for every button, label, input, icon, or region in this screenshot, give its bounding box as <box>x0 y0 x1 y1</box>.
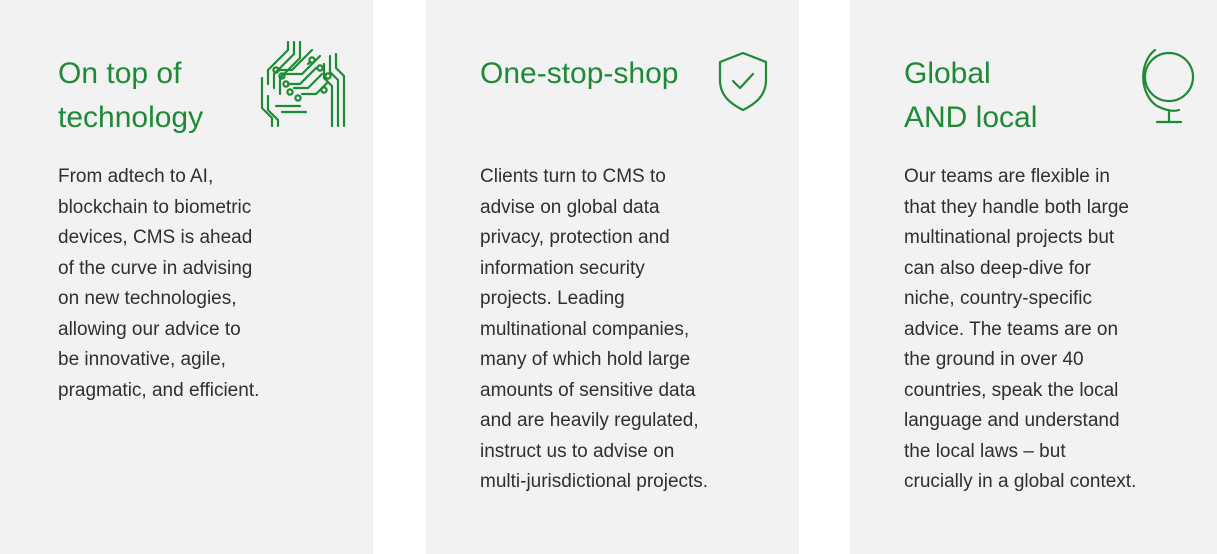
body-line: can also deep-dive for <box>904 257 1091 279</box>
card-description: From adtech to AI, blockchain to biometr… <box>58 162 259 406</box>
body-line: information security <box>480 257 645 279</box>
card-title-line: Global <box>904 57 991 90</box>
body-line: many of which hold large <box>480 349 691 370</box>
body-line: pragmatic, and efficient. <box>58 379 260 401</box>
feature-card-global-local: Global AND local Our teams are flexible … <box>850 0 1217 554</box>
body-line: be innovative, agile, <box>58 349 226 370</box>
card-title-line: On top of <box>58 57 182 90</box>
globe-icon <box>1137 42 1197 126</box>
card-title-line: AND local <box>904 101 1038 134</box>
body-line: Our teams are flexible in <box>904 166 1110 187</box>
feature-card-one-stop-shop: One-stop-shop Clients turn to CMS to adv… <box>426 0 799 554</box>
body-line: blockchain to biometric <box>58 196 252 218</box>
card-title: Global AND local <box>904 52 1037 140</box>
card-description: Our teams are flexible in that they hand… <box>904 162 1136 498</box>
feature-card-technology: On top of technology From adtech to AI, … <box>0 0 373 554</box>
body-line: From adtech to AI, <box>58 166 214 187</box>
card-title-line: technology <box>58 101 204 134</box>
body-line: devices, CMS is ahead <box>58 227 253 248</box>
body-line: advice. The teams are on <box>904 318 1119 340</box>
body-line: crucially in a global context. <box>904 471 1137 492</box>
body-line: multinational companies, <box>480 318 690 340</box>
body-line: multi-jurisdictional projects. <box>480 471 709 492</box>
circuit-board-icon <box>258 38 350 130</box>
body-line: that they handle both large <box>904 196 1130 218</box>
body-line: the ground in over 40 <box>904 349 1084 370</box>
body-line: countries, speak the local <box>904 379 1119 401</box>
shield-check-icon <box>716 50 770 112</box>
body-line: instruct us to advise on <box>480 440 675 462</box>
body-line: language and understand <box>904 410 1120 431</box>
card-title: One-stop-shop <box>480 52 678 96</box>
body-line: projects. Leading <box>480 288 625 309</box>
body-line: on new technologies, <box>58 288 237 309</box>
body-line: multinational projects but <box>904 227 1115 248</box>
body-line: allowing our advice to <box>58 318 241 340</box>
body-line: of the curve in advising <box>58 257 253 279</box>
body-line: the local laws – but <box>904 440 1066 462</box>
card-title: On top of technology <box>58 52 203 140</box>
body-line: and are heavily regulated, <box>480 410 699 431</box>
body-line: privacy, protection and <box>480 227 670 248</box>
body-line: advise on global data <box>480 196 660 218</box>
body-line: niche, country-specific <box>904 288 1092 309</box>
body-line: amounts of sensitive data <box>480 379 696 401</box>
body-line: Clients turn to CMS to <box>480 166 666 187</box>
card-description: Clients turn to CMS to advise on global … <box>480 162 708 498</box>
card-title-line: One-stop-shop <box>480 57 679 90</box>
